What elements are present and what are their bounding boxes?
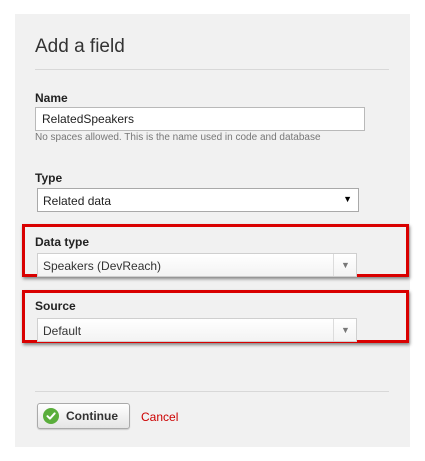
- title-divider: [35, 69, 389, 70]
- add-field-dialog: Add a field Name No spaces allowed. This…: [15, 14, 410, 447]
- chevron-down-icon: ▼: [341, 260, 350, 270]
- chevron-down-icon: ▼: [341, 325, 350, 335]
- name-input[interactable]: [35, 107, 365, 131]
- name-hint: No spaces allowed. This is the name used…: [35, 132, 321, 143]
- source-label: Source: [35, 299, 76, 313]
- source-select-value: Default: [43, 324, 82, 338]
- type-label: Type: [35, 171, 63, 185]
- name-label: Name: [35, 91, 68, 105]
- data-type-select-value: Speakers (DevReach): [43, 259, 162, 273]
- dialog-title: Add a field: [35, 36, 125, 57]
- data-type-label: Data type: [35, 235, 90, 249]
- data-type-select[interactable]: Speakers (DevReach) ▼: [37, 253, 357, 277]
- check-circle-icon: [43, 408, 59, 424]
- continue-button-label: Continue: [66, 409, 118, 423]
- source-dropdown-button[interactable]: ▼: [333, 319, 356, 341]
- chevron-down-icon: ▼: [343, 194, 352, 204]
- source-select[interactable]: Default ▼: [37, 318, 357, 342]
- footer-divider: [35, 391, 389, 392]
- continue-button[interactable]: Continue: [37, 403, 130, 429]
- data-type-dropdown-button[interactable]: ▼: [333, 254, 356, 276]
- cancel-link[interactable]: Cancel: [141, 410, 178, 424]
- type-select-value: Related data: [43, 194, 112, 208]
- type-select[interactable]: Related data ▼: [37, 188, 359, 212]
